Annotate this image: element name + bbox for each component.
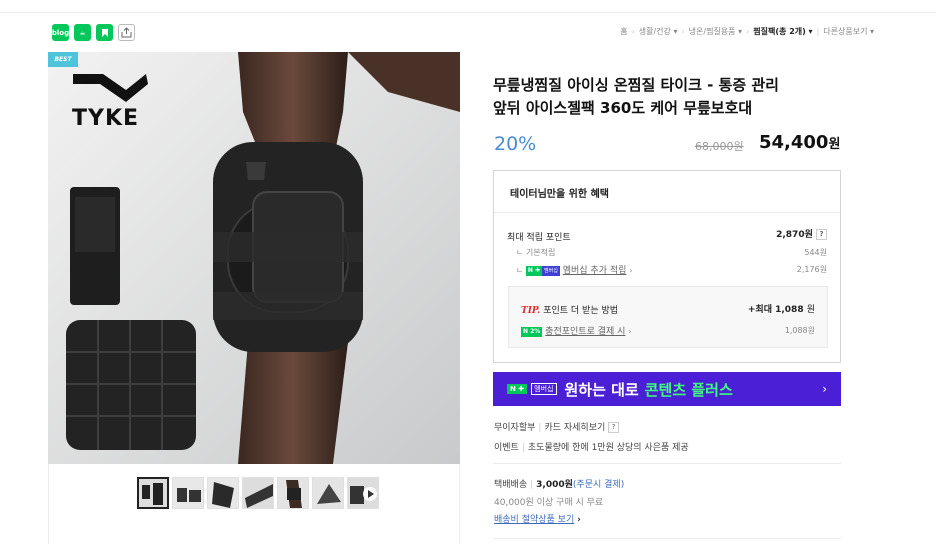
chevron-right-icon: › [822,382,827,396]
share-icons: blog ☕ [52,24,135,41]
thumbnail[interactable] [277,477,309,509]
product-title-line-2: 앞뒤 아이스젤팩 360도 케어 무릎보호대 [493,99,753,117]
charge-points-value: 1,088원 [784,326,815,335]
max-points-label: 최대 적립 포인트 [507,233,571,243]
membership-badge: 멤버십 [542,265,560,276]
share-icon[interactable] [118,24,135,41]
tip-title: TIP. 포인트 더 받는 방법 [521,306,619,316]
thumbnail-strip [137,477,379,509]
charge-points-row[interactable]: N 2% 충전포인트로 결제 시 › [521,324,632,337]
shipping-label: 택배배송 [494,480,528,490]
sale-price: 54,400원 [759,132,841,153]
shipping-fee: 3,000원 [536,480,573,490]
membership-label: 멤버십 [531,383,557,395]
other-products-link[interactable]: 다른상품보기 ▾ [823,26,874,37]
banner-highlight: 콘텐츠 플러스 [644,380,733,399]
membership-points-value: 2,176원 [796,265,827,274]
breadcrumb-separator: | [816,27,820,36]
shipping-saving-row[interactable]: 배송비 절약상품 보기 › [494,512,581,525]
naver-plus-icon: N ✚ [507,384,528,394]
installment-row: 무이자할부 | 카드 자세히보기 ? [494,420,620,433]
best-badge: BEST [48,52,78,67]
benefit-box: 테이터님만을 위한 혜택 최대 적립 포인트 2,870원 ? ㄴ 기본적립 5… [493,170,841,363]
breadcrumb: 홈 › 생활/건강 ▾ › 냉온/찜질용품 ▾ › 찜질팩(총 2개) ▾ | … [620,26,874,37]
membership-points-link[interactable]: 멤버십 추가 적립 [563,266,627,276]
thumbnail[interactable] [207,477,239,509]
breadcrumb-home[interactable]: 홈 [620,26,627,37]
thumbnail[interactable] [137,477,169,509]
brand-logo: TYKE [72,106,140,131]
breadcrumb-current[interactable]: 찜질팩(총 2개) ▾ [753,26,812,37]
section-divider [493,463,841,464]
thumbnail[interactable] [312,477,344,509]
breadcrumb-separator: › [681,27,685,36]
product-title-line-1: 무릎냉찜질 아이싱 온찜질 타이크 - 통증 관리 [493,76,779,94]
thumbnail[interactable] [172,477,204,509]
breadcrumb-separator: › [746,27,750,36]
card-detail-link[interactable]: 카드 자세히보기 [544,423,605,433]
free-shipping-note: 40,000원 이상 구매 시 무료 [494,498,604,508]
event-label: 이벤트 [494,443,519,453]
top-divider [0,12,936,13]
tip-box: TIP. 포인트 더 받는 방법 +최대 1,088 원 N 2% 충전포인트로… [508,286,828,348]
membership-banner[interactable]: N ✚ 멤버십 원하는 대로 콘텐츠 플러스 › [493,372,841,406]
main-product-image[interactable]: BEST TYKE [48,52,460,464]
installment-label: 무이자할부 [494,423,536,433]
event-row: 이벤트 | 초도물량에 한에 1만원 상당의 사은품 제공 [494,443,689,453]
event-text: 초도물량에 한에 1만원 상당의 사은품 제공 [527,443,689,453]
naver-cafe-icon[interactable]: ☕ [74,24,91,41]
benefit-heading: 테이터님만을 위한 혜택 [494,171,840,213]
charge-points-link[interactable]: 충전포인트로 결제 시 [545,327,625,337]
breadcrumb-separator: › [631,27,635,36]
video-thumbnail[interactable] [347,477,379,509]
original-price: 68,000원 [695,140,744,153]
thumbnail[interactable] [242,477,274,509]
naver-keep-icon[interactable] [96,24,113,41]
shipping-fee-note: (주문시 결제) [572,480,625,490]
help-icon[interactable]: ? [608,422,620,433]
bottom-divider [493,538,841,539]
banner-text: 원하는 대로 [564,380,639,399]
shipping-saving-link[interactable]: 배송비 절약상품 보기 [494,515,574,525]
shipping-row: 택배배송 | 3,000원(주문시 결제) [494,480,625,490]
help-icon[interactable]: ? [816,229,827,240]
max-points-value: 2,870원 ? [776,227,827,240]
breadcrumb-category-2[interactable]: 냉온/찜질용품 ▾ [689,26,742,37]
basic-points-value: 544원 [804,248,827,257]
basic-points-label: ㄴ 기본적립 [516,248,556,257]
charge-badge: N 2% [521,326,543,337]
tip-value: +최대 1,088 원 [747,305,815,315]
membership-points-row[interactable]: ㄴ N ✚ 멤버십 멤버십 추가 적립 › [516,263,633,276]
breadcrumb-category-1[interactable]: 생활/건강 ▾ [639,26,678,37]
naver-plus-badge: N ✚ [525,265,543,276]
discount-rate: 20% [494,133,537,155]
product-title: 무릎냉찜질 아이싱 온찜질 타이크 - 통증 관리 앞뒤 아이스젤팩 360도 … [493,74,853,120]
naver-blog-icon[interactable]: blog [52,24,69,41]
